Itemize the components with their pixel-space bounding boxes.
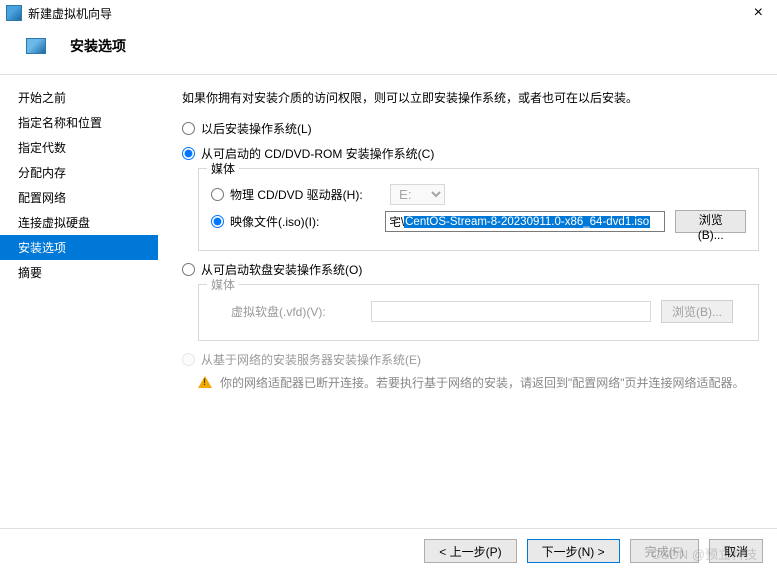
network-warning-text: 你的网络适配器已断开连接。若要执行基于网络的安装，请返回到"配置网络"页并连接网… — [220, 374, 745, 391]
radio-install-cd[interactable] — [182, 147, 195, 160]
option-install-later[interactable]: 以后安装操作系统(L) — [182, 120, 759, 137]
wizard-icon — [26, 38, 46, 54]
option-install-later-label: 以后安装操作系统(L) — [201, 120, 312, 137]
wizard-sidebar: 开始之前 指定名称和位置 指定代数 分配内存 配置网络 连接虚拟硬盘 安装选项 … — [0, 75, 158, 522]
wizard-content: 如果你拥有对安装介质的访问权限，则可以立即安装操作系统，或者也可在以后安装。 以… — [158, 75, 777, 522]
network-warning-row: 你的网络适配器已断开连接。若要执行基于网络的安装，请返回到"配置网络"页并连接网… — [198, 374, 759, 391]
option-install-network-label: 从基于网络的安装服务器安装操作系统(E) — [201, 351, 421, 368]
warning-icon — [198, 376, 212, 388]
iso-path-selection: CentOS-Stream-8-20230911.0-x86_64-dvd1.i… — [404, 216, 650, 228]
cd-media-legend: 媒体 — [207, 160, 239, 177]
radio-install-later[interactable] — [182, 122, 195, 135]
cd-media-group: 媒体 物理 CD/DVD 驱动器(H): E: 映像文件(.iso)(I): 宅… — [198, 168, 759, 251]
iso-path-input[interactable]: 宅\ CentOS-Stream-8-20230911.0-x86_64-dvd… — [385, 211, 665, 232]
sidebar-item-summary[interactable]: 摘要 — [0, 260, 158, 285]
radio-physical-drive[interactable] — [211, 188, 224, 201]
window-title: 新建虚拟机向导 — [28, 5, 748, 22]
sidebar-item-before-begin[interactable]: 开始之前 — [0, 85, 158, 110]
sidebar-item-name-location[interactable]: 指定名称和位置 — [0, 110, 158, 135]
iso-file-label: 映像文件(.iso)(I): — [230, 213, 385, 230]
option-install-network: 从基于网络的安装服务器安装操作系统(E) — [182, 351, 759, 368]
next-button[interactable]: 下一步(N) > — [527, 539, 620, 563]
physical-drive-label: 物理 CD/DVD 驱动器(H): — [230, 186, 390, 203]
iso-path-prefix: 宅\ — [386, 214, 404, 230]
sidebar-item-hard-disk[interactable]: 连接虚拟硬盘 — [0, 210, 158, 235]
browse-vfd-button: 浏览(B)... — [661, 300, 733, 323]
option-install-floppy[interactable]: 从可启动软盘安装操作系统(O) — [182, 261, 759, 278]
sidebar-item-generation[interactable]: 指定代数 — [0, 135, 158, 160]
radio-install-floppy[interactable] — [182, 263, 195, 276]
radio-install-network — [182, 353, 195, 366]
intro-text: 如果你拥有对安装介质的访问权限，则可以立即安装操作系统，或者也可在以后安装。 — [182, 89, 759, 106]
radio-iso-file[interactable] — [211, 215, 224, 228]
previous-button[interactable]: < 上一步(P) — [424, 539, 516, 563]
vfd-input — [371, 301, 651, 322]
close-icon[interactable]: × — [748, 5, 769, 21]
wizard-header: 安装选项 — [0, 24, 777, 75]
sidebar-item-memory[interactable]: 分配内存 — [0, 160, 158, 185]
physical-drive-select[interactable]: E: — [390, 184, 445, 205]
option-install-cd[interactable]: 从可启动的 CD/DVD-ROM 安装操作系统(C) — [182, 145, 759, 162]
cancel-button[interactable]: 取消 — [709, 539, 763, 563]
vfd-label: 虚拟软盘(.vfd)(V): — [211, 303, 371, 320]
titlebar: 新建虚拟机向导 × — [0, 0, 777, 24]
app-icon — [6, 5, 22, 21]
floppy-media-legend: 媒体 — [207, 276, 239, 293]
wizard-footer: < 上一步(P) 下一步(N) > 完成(F) 取消 — [0, 528, 777, 573]
sidebar-item-network[interactable]: 配置网络 — [0, 185, 158, 210]
finish-button: 完成(F) — [630, 539, 699, 563]
sidebar-item-install-options[interactable]: 安装选项 — [0, 235, 158, 260]
browse-iso-button[interactable]: 浏览(B)... — [675, 210, 746, 233]
page-title: 安装选项 — [70, 36, 126, 56]
floppy-media-group: 媒体 虚拟软盘(.vfd)(V): 浏览(B)... — [198, 284, 759, 341]
